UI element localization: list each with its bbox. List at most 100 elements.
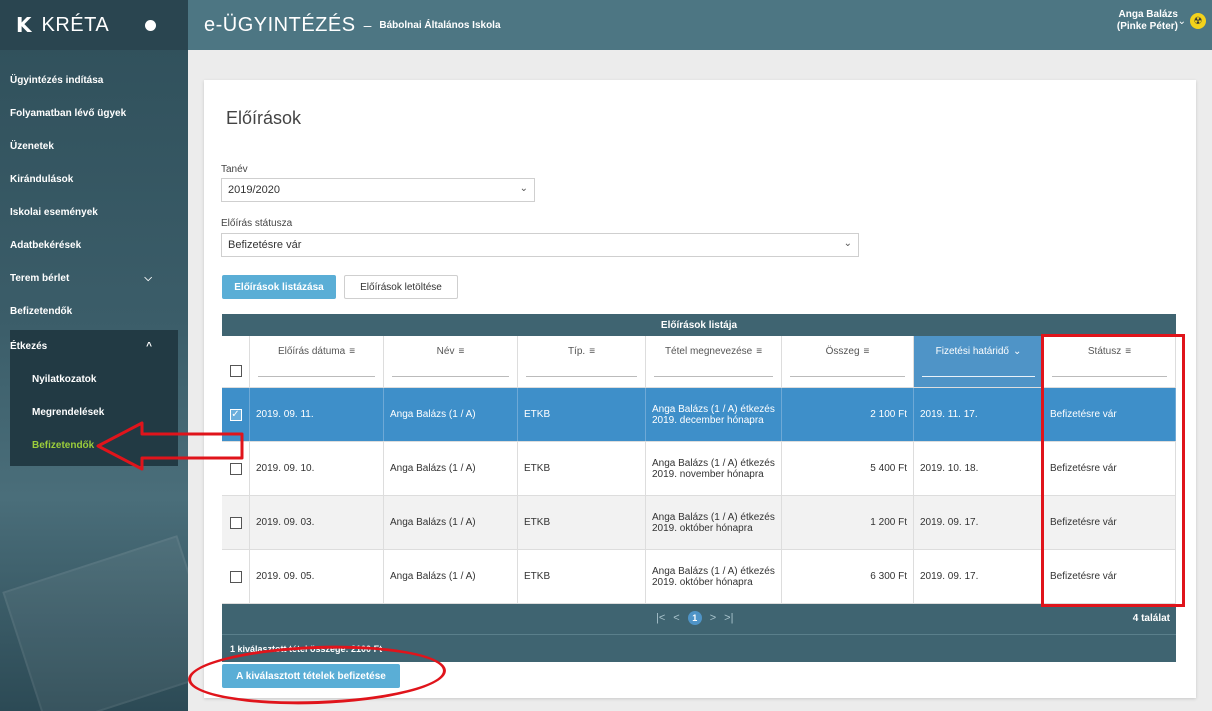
chevron-down-icon: ⌄: [1012, 346, 1022, 357]
column-header-item[interactable]: Tétel megnevezése ≡: [646, 336, 782, 387]
sidebar-subitem-label: Megrendelések: [32, 407, 105, 418]
cell-name: Anga Balázs (1 / A): [384, 550, 518, 603]
row-checkbox[interactable]: [229, 516, 242, 529]
sidebar-item-label: Iskolai események: [10, 207, 98, 218]
column-label: Fizetési határidő: [935, 346, 1009, 357]
sidebar-item-ugyintezes-inditasa[interactable]: Ügyintézés indítása: [0, 64, 188, 97]
next-page-icon[interactable]: >: [710, 612, 716, 624]
tanev-label: Tanév: [221, 164, 248, 175]
sidebar-item-uzenetek[interactable]: Üzenetek: [0, 130, 188, 163]
cell-amount: 6 300 Ft: [782, 550, 914, 603]
brand[interactable]: K KRÉTA: [0, 0, 188, 50]
column-label: Név: [436, 346, 455, 357]
select-all-checkbox[interactable]: [229, 364, 242, 377]
column-header-date[interactable]: Előírás dátuma ≡: [250, 336, 384, 387]
sidebar-item-kirandulasok[interactable]: Kirándulások: [0, 163, 188, 196]
column-header-type[interactable]: Típ. ≡: [518, 336, 646, 387]
download-button[interactable]: Előírások letöltése: [344, 275, 458, 299]
cell-name: Anga Balázs (1 / A): [384, 496, 518, 549]
cell-name: Anga Balázs (1 / A): [384, 442, 518, 495]
cell-deadline: 2019. 10. 18.: [914, 442, 1044, 495]
top-header: e-ÜGYINTÉZÉS – Bábolnai Általános Iskola…: [188, 0, 1212, 50]
sidebar-item-label: Adatbekérések: [10, 240, 82, 251]
table-row[interactable]: ✓ 2019. 09. 11. Anga Balázs (1 / A) ETKB…: [222, 388, 1176, 442]
chevron-down-icon: ⌵: [144, 273, 152, 284]
table-row[interactable]: 2019. 09. 10. Anga Balázs (1 / A) ETKB A…: [222, 442, 1176, 496]
cell-date: 2019. 09. 05.: [250, 550, 384, 603]
column-label: Tétel megnevezése: [664, 346, 753, 357]
sidebar-group-header[interactable]: Étkezés ^: [10, 330, 178, 363]
column-header-name[interactable]: Név ≡: [384, 336, 518, 387]
sidebar-item-label: Befizetendők: [10, 306, 73, 317]
sort-icon: ≡: [589, 346, 596, 357]
page-title: Előírások: [226, 108, 302, 128]
table-row[interactable]: 2019. 09. 05. Anga Balázs (1 / A) ETKB A…: [222, 550, 1176, 604]
row-select-cell: [222, 550, 250, 603]
column-filter-input[interactable]: [790, 376, 905, 377]
cell-item: Anga Balázs (1 / A) étkezés 2019. novemb…: [646, 442, 782, 495]
column-filter-input[interactable]: [258, 376, 375, 377]
chevron-down-icon: ⌄: [519, 183, 528, 194]
sidebar-item-label: Üzenetek: [10, 141, 54, 152]
sidebar-item-label: Kirándulások: [10, 174, 74, 185]
column-label: Összeg: [825, 346, 860, 357]
cell-deadline: 2019. 09. 17.: [914, 550, 1044, 603]
cell-type: ETKB: [518, 550, 646, 603]
sort-icon: ≡: [863, 346, 870, 357]
chevron-down-icon[interactable]: ⌄: [1178, 16, 1186, 27]
status-select[interactable]: Befizetésre vár ⌄: [221, 233, 859, 257]
result-count: 4 találat: [1132, 613, 1170, 624]
annotation-status-highlight: [1041, 334, 1185, 607]
app-title: e-ÜGYINTÉZÉS: [204, 13, 356, 36]
page-number-button[interactable]: 1: [687, 611, 702, 625]
sidebar-nav: Ügyintézés indítása Folyamatban lévő ügy…: [0, 50, 188, 466]
cell-date: 2019. 09. 10.: [250, 442, 384, 495]
prev-page-icon[interactable]: <: [673, 612, 679, 624]
cell-deadline: 2019. 09. 17.: [914, 496, 1044, 549]
last-page-icon[interactable]: >|: [724, 612, 733, 624]
column-header-deadline[interactable]: Fizetési határidő ⌄: [914, 336, 1044, 387]
radiation-icon[interactable]: ☢: [1190, 13, 1206, 29]
user-name: Anga Balázs: [1118, 9, 1178, 20]
sidebar-subitem-nyilatkozatok[interactable]: Nyilatkozatok: [10, 363, 178, 396]
column-filter-input[interactable]: [526, 376, 637, 377]
cell-date: 2019. 09. 03.: [250, 496, 384, 549]
cell-amount: 5 400 Ft: [782, 442, 914, 495]
column-filter-input[interactable]: [922, 376, 1035, 377]
kreta-logo-icon: K: [16, 13, 32, 37]
column-filter-input[interactable]: [392, 376, 509, 377]
cell-item: Anga Balázs (1 / A) étkezés 2019. decemb…: [646, 388, 782, 441]
app-name: KRÉTA: [41, 13, 110, 36]
first-page-icon[interactable]: |<: [656, 612, 665, 624]
tanev-select[interactable]: 2019/2020 ⌄: [221, 178, 535, 202]
sidebar-item-befizetendok[interactable]: Befizetendők: [0, 295, 188, 328]
list-button[interactable]: Előírások listázása: [222, 275, 336, 299]
status-dot-icon: [145, 19, 157, 31]
row-checkbox[interactable]: ✓: [229, 408, 242, 421]
title-separator: –: [363, 17, 372, 33]
status-label: Előírás státusza: [221, 218, 293, 229]
sidebar-subitem-label: Nyilatkozatok: [32, 374, 97, 385]
cell-type: ETKB: [518, 496, 646, 549]
column-filter-input[interactable]: [654, 376, 773, 377]
sidebar-item-adatbekeresek[interactable]: Adatbekérések: [0, 229, 188, 262]
column-label: Típ.: [567, 346, 586, 357]
sidebar-item-folyamatban[interactable]: Folyamatban lévő ügyek: [0, 97, 188, 130]
cell-name: Anga Balázs (1 / A): [384, 388, 518, 441]
user-subtitle: (Pinke Péter): [1116, 21, 1178, 32]
cell-deadline: 2019. 11. 17.: [914, 388, 1044, 441]
sidebar-item-iskolai-esemenyek[interactable]: Iskolai események: [0, 196, 188, 229]
cell-item: Anga Balázs (1 / A) étkezés 2019. októbe…: [646, 550, 782, 603]
user-menu[interactable]: Anga Balázs (Pinke Péter): [1117, 9, 1178, 33]
sidebar-group-label: Étkezés: [10, 341, 48, 352]
annotation-arrow-icon: [96, 421, 244, 471]
table-row[interactable]: 2019. 09. 03. Anga Balázs (1 / A) ETKB A…: [222, 496, 1176, 550]
school-name: Bábolnai Általános Iskola: [379, 19, 501, 31]
row-checkbox[interactable]: [229, 570, 242, 583]
row-select-cell: [222, 496, 250, 549]
column-header-amount[interactable]: Összeg ≡: [782, 336, 914, 387]
cell-amount: 2 100 Ft: [782, 388, 914, 441]
sidebar-item-terem-berlet[interactable]: Terem bérlet ⌵: [0, 262, 188, 295]
column-label: Előírás dátuma: [277, 346, 346, 357]
sidebar-subitem-label: Befizetendők: [32, 440, 95, 451]
